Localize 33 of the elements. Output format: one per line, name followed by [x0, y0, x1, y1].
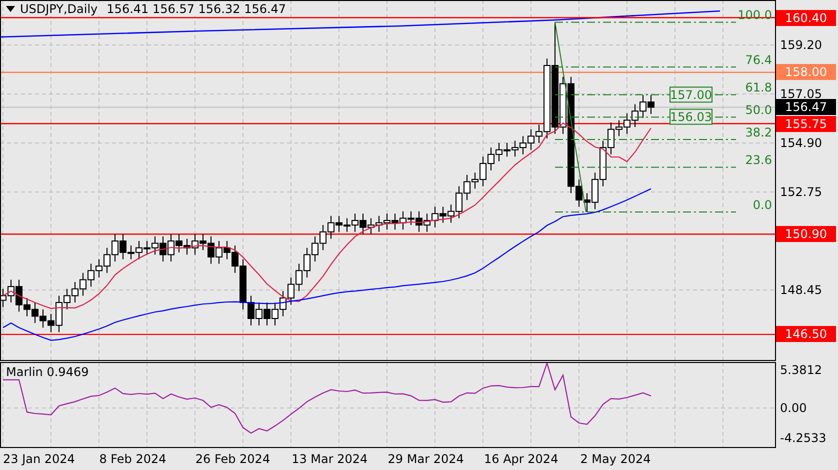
caret-icon[interactable] [6, 6, 15, 12]
indicator-label: Marlin 0.9469 [6, 365, 89, 379]
price-axis-label: 152.75 [780, 184, 822, 200]
fibonacci-level-label: 61.8 [745, 80, 772, 95]
price-level-tag: 160.40 [776, 10, 836, 26]
price-axis-label: 159.20 [780, 37, 822, 53]
indicator-axis-label: 0.00 [780, 400, 807, 416]
fibonacci-level-label: 76.4 [745, 53, 772, 67]
chart-symbol: USDJPY,Daily [20, 2, 98, 16]
price-axis-label: 154.90 [780, 134, 822, 151]
date-axis-label: 8 Feb 2024 [99, 452, 166, 466]
price-level-tag: 150.90 [776, 226, 836, 242]
indicator-axis-label: 5.3812 [780, 362, 822, 378]
price-level-tag: 146.50 [776, 326, 836, 342]
date-axis-label: 16 Apr 2024 [484, 452, 558, 466]
price-level-tag: 156.47 [776, 99, 836, 116]
price-label-box: 156.03 [670, 108, 712, 125]
fibonacci-level-label: 50.0 [745, 103, 772, 118]
indicator-axis-label: -4.2533 [780, 430, 826, 446]
price-axis-label: 157.05 [780, 86, 822, 102]
price-level-tag: 158.00 [776, 64, 836, 80]
date-axis-label: 29 Mar 2024 [388, 452, 464, 466]
price-axis-label: 148.45 [780, 282, 822, 298]
date-axis-label: 13 Mar 2024 [292, 452, 368, 466]
date-axis-label: 2 May 2024 [580, 452, 651, 466]
price-label-box: 157.00 [670, 86, 712, 103]
fibonacci-level-label: 23.6 [745, 153, 772, 168]
date-axis-label: 26 Feb 2024 [195, 452, 270, 466]
fibonacci-level-label: 38.2 [745, 126, 772, 140]
price-level-tag: 155.75 [776, 116, 836, 132]
ohlc-values: 156.41 156.57 156.32 156.47 [106, 2, 286, 16]
fibonacci-level-label: 0.0 [752, 198, 772, 212]
date-axis-label: 23 Jan 2024 [3, 452, 75, 466]
